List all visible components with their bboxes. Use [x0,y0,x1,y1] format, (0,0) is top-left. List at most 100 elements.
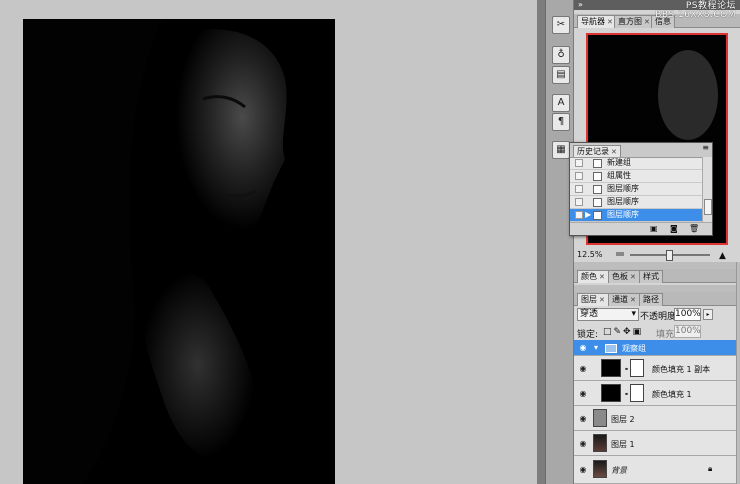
fill-thumbnail [601,384,621,402]
layer-name: 颜色填充 1 副本 [652,365,711,374]
tab-channels[interactable]: 通道 ✕ [608,293,640,306]
character-icon[interactable]: A [552,94,570,112]
fill-field[interactable]: 100% [674,325,701,338]
layer-name: 观察组 [622,344,646,353]
history-item-selected[interactable]: ▶ 图层顺序 [570,209,702,222]
chevron-down-icon: ▾ [631,309,636,319]
history-item[interactable]: 图层顺序 [570,196,702,209]
history-item[interactable]: 新建组 [570,157,702,170]
layers-tab-row: 图层 ✕ 通道 ✕ 路径 [574,292,740,306]
layer-thumbnail [593,434,607,452]
history-brush-icon: ▶ [585,210,592,219]
history-scroll-thumb[interactable] [704,199,712,215]
watermark: PS教程论坛 BBS.16XX8.COM [655,1,736,20]
layer-row-layer1[interactable]: ◉ 图层 1 [574,431,740,456]
layer-row-fill-copy[interactable]: ◉ ⚭ 颜色填充 1 副本 [574,356,740,381]
opacity-arrow-icon[interactable]: ▸ [703,309,713,320]
dock-divider[interactable] [537,0,545,484]
tab-history[interactable]: 历史记录 ✕ [573,145,621,157]
history-item-label: 图层顺序 [607,210,639,219]
expand-arrow-icon[interactable]: ▾ [594,343,598,352]
close-icon[interactable]: ✕ [611,148,617,156]
history-footer: ▣ ◙ 🗑︎ [570,222,712,235]
tab-paths[interactable]: 路径 [639,293,663,306]
layer-comps-icon[interactable]: ▤ [552,66,570,84]
opacity-field[interactable]: 100% [674,308,701,321]
zoom-out-icon[interactable] [616,252,624,256]
brush-tools-icon[interactable]: ✂ [552,16,570,34]
history-item-label: 图层顺序 [607,197,639,206]
trash-icon[interactable]: 🗑︎ [689,224,699,233]
panel-options-icon[interactable]: ▦ [552,141,570,159]
layer-thumbnail [593,460,607,478]
layers-options: 穿透 ▾ 不透明度: 100% ▸ 锁定: □✎✥▣ 填充: 100% [574,306,740,342]
history-item-label: 新建组 [607,158,631,167]
layer-name: 颜色填充 1 [652,390,692,399]
close-icon[interactable]: ✕ [599,273,605,281]
tab-swatches[interactable]: 色板 ✕ [608,270,640,283]
color-panel-header [574,262,740,269]
mask-thumbnail [630,384,644,402]
collapse-icon[interactable]: » [578,0,583,9]
new-document-icon[interactable]: ▣ [650,224,658,233]
history-state-icon [593,159,602,168]
history-state-icon [593,211,602,220]
close-icon[interactable]: ✕ [630,273,636,281]
close-icon[interactable]: ✕ [599,296,605,304]
snapshot-camera-icon[interactable]: ◙ [670,224,678,233]
document-canvas[interactable] [23,19,335,484]
tab-color[interactable]: 颜色 ✕ [577,270,609,283]
eye-icon[interactable]: ◉ [578,389,588,399]
tab-histogram[interactable]: 直方图 ✕ [614,15,654,28]
lock-options-icon[interactable]: □✎✥▣ [603,327,643,337]
blend-mode-select[interactable]: 穿透 ▾ [577,308,639,321]
zoom-in-icon[interactable]: ▲ [719,250,726,262]
layer-row-background[interactable]: ◉ 背景 🔒︎ [574,456,740,484]
layer-thumbnail [593,409,607,427]
tab-layers[interactable]: 图层 ✕ [577,293,609,306]
snapshot-checkbox[interactable] [575,159,583,167]
lock-icon: 🔒︎ [708,464,713,473]
panel-scrollbar[interactable] [736,262,740,484]
history-item-label: 组属性 [607,171,631,180]
zoom-level[interactable]: 12.5% [577,249,602,261]
close-icon[interactable]: ✕ [607,18,613,26]
history-item[interactable]: 图层顺序 [570,183,702,196]
history-state-icon [593,185,602,194]
eye-icon[interactable]: ◉ [578,343,588,353]
snapshot-checkbox[interactable] [575,198,583,206]
tab-styles[interactable]: 样式 [639,270,663,283]
close-icon[interactable]: ✕ [644,18,650,26]
history-panel: 历史记录 ✕ ≡ 新建组 组属性 图层顺序 图层顺序 ▶ 图层顺序 ▣ ◙ 🗑︎ [569,142,713,236]
paragraph-icon[interactable]: ¶ [552,113,570,131]
eye-icon[interactable]: ◉ [578,439,588,449]
close-icon[interactable]: ✕ [630,296,636,304]
snapshot-checkbox[interactable] [575,172,583,180]
fill-thumbnail [601,359,621,377]
zoom-slider-thumb[interactable] [666,250,673,261]
layer-row-group[interactable]: ◉ ▾ 观察组 [574,340,740,356]
panel-menu-icon[interactable]: ≡ [702,143,709,152]
layer-row-layer2[interactable]: ◉ 图层 2 [574,406,740,431]
eye-icon[interactable]: ◉ [578,414,588,424]
eye-icon[interactable]: ◉ [578,465,588,475]
zoom-row: 12.5% ▲ [574,249,740,261]
lock-label: 锁定: [577,330,599,340]
history-state-icon [593,172,602,181]
folder-icon [605,344,617,353]
layer-row-fill[interactable]: ◉ ⚭ 颜色填充 1 [574,381,740,406]
snapshot-checkbox[interactable] [575,185,583,193]
history-title-bar[interactable]: 历史记录 ✕ ≡ [570,143,712,158]
snapshot-checkbox[interactable] [575,211,583,219]
history-item[interactable]: 组属性 [570,170,702,183]
portrait-image [23,19,335,484]
link-icon[interactable]: ⚭ [624,391,629,398]
tab-navigator[interactable]: 导航器 ✕ [577,15,617,28]
clone-source-icon[interactable]: ♁ [552,46,570,64]
link-icon[interactable]: ⚭ [624,366,629,373]
tool-icon-strip: ✂ ♁ ▤ A ¶ ▦ [545,0,574,484]
layer-name: 图层 1 [611,440,635,449]
history-scrollbar[interactable] [702,157,712,222]
eye-icon[interactable]: ◉ [578,364,588,374]
mask-thumbnail [630,359,644,377]
